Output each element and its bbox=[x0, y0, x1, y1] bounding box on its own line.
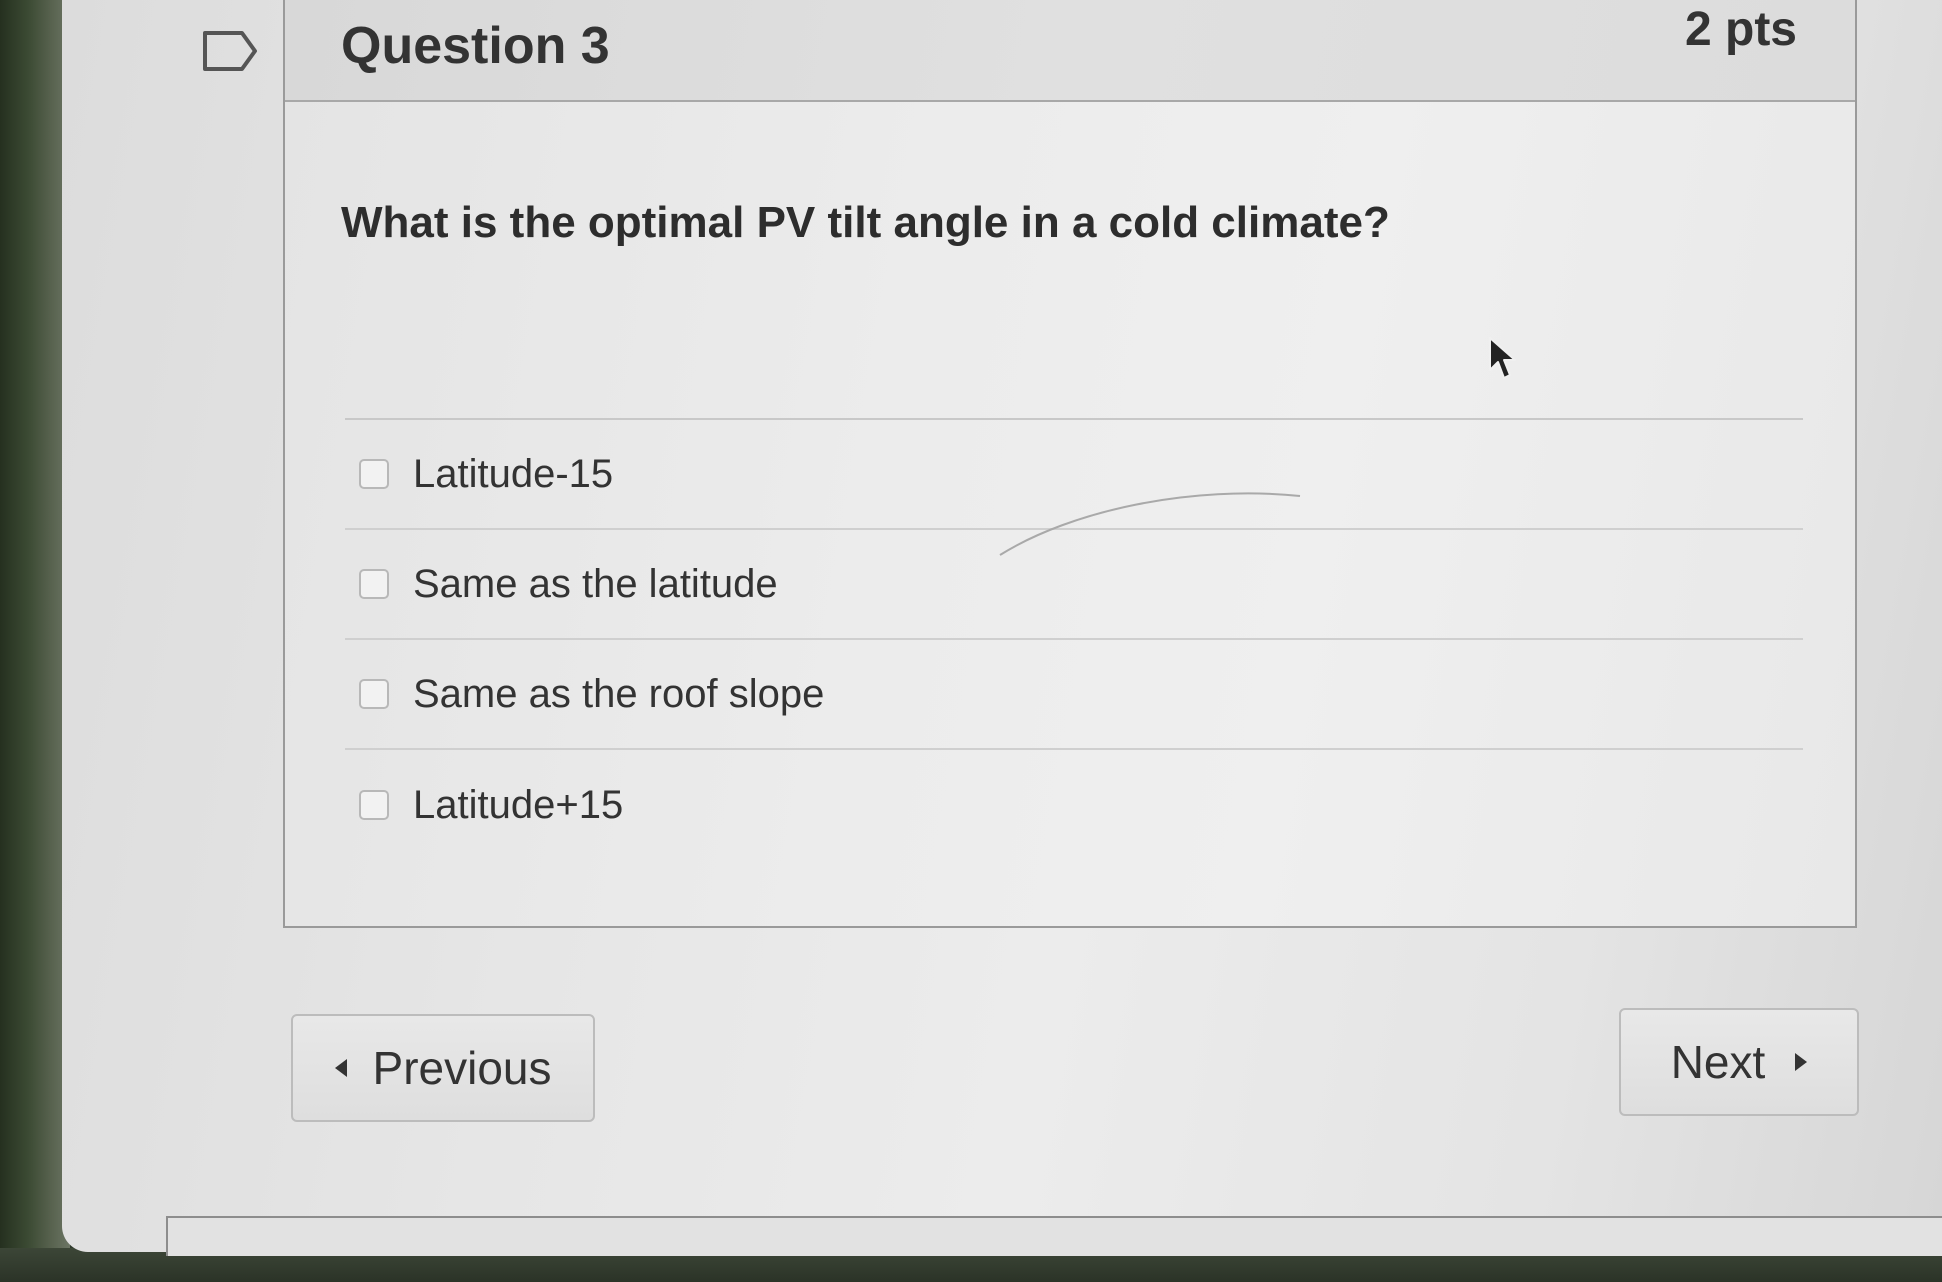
answer-checkbox[interactable] bbox=[359, 679, 389, 709]
answer-label: Latitude+15 bbox=[413, 782, 624, 827]
question-text: What is the optimal PV tilt angle in a c… bbox=[341, 198, 1390, 247]
answer-label: Latitude-15 bbox=[413, 451, 614, 496]
answer-option-2[interactable]: Same as the latitude bbox=[345, 530, 1803, 640]
answer-label: Same as the latitude bbox=[413, 561, 778, 606]
mouse-pointer-icon bbox=[1489, 337, 1516, 379]
answer-checkbox[interactable] bbox=[359, 459, 389, 489]
answer-option-1[interactable]: Latitude-15 bbox=[345, 420, 1803, 530]
question-header: Question 3 2 pts bbox=[285, 0, 1855, 102]
next-button[interactable]: Next bbox=[1619, 1008, 1859, 1116]
previous-button[interactable]: Previous bbox=[291, 1014, 595, 1122]
question-title: Question 3 bbox=[341, 17, 610, 75]
question-points: 2 pts bbox=[1684, 3, 1797, 56]
quiz-screen: Question 3 2 pts What is the optimal PV … bbox=[62, 0, 1942, 1256]
answer-checkbox[interactable] bbox=[359, 790, 389, 820]
question-panel: Question 3 2 pts What is the optimal PV … bbox=[283, 0, 1857, 928]
triangle-left-icon bbox=[334, 1059, 347, 1077]
previous-button-label: Previous bbox=[372, 1042, 552, 1094]
next-button-label: Next bbox=[1670, 1036, 1766, 1088]
answer-list: Latitude-15 Same as the latitude Same as… bbox=[345, 418, 1803, 860]
answer-label: Same as the roof slope bbox=[413, 671, 825, 716]
background-foliage-left bbox=[0, 0, 70, 1282]
answer-checkbox[interactable] bbox=[359, 569, 389, 599]
answer-option-4[interactable]: Latitude+15 bbox=[345, 750, 1803, 860]
bottom-panel-edge bbox=[166, 1216, 1942, 1256]
answer-option-3[interactable]: Same as the roof slope bbox=[345, 640, 1803, 750]
triangle-right-icon bbox=[1795, 1053, 1808, 1071]
bookmark-icon[interactable] bbox=[202, 30, 258, 72]
